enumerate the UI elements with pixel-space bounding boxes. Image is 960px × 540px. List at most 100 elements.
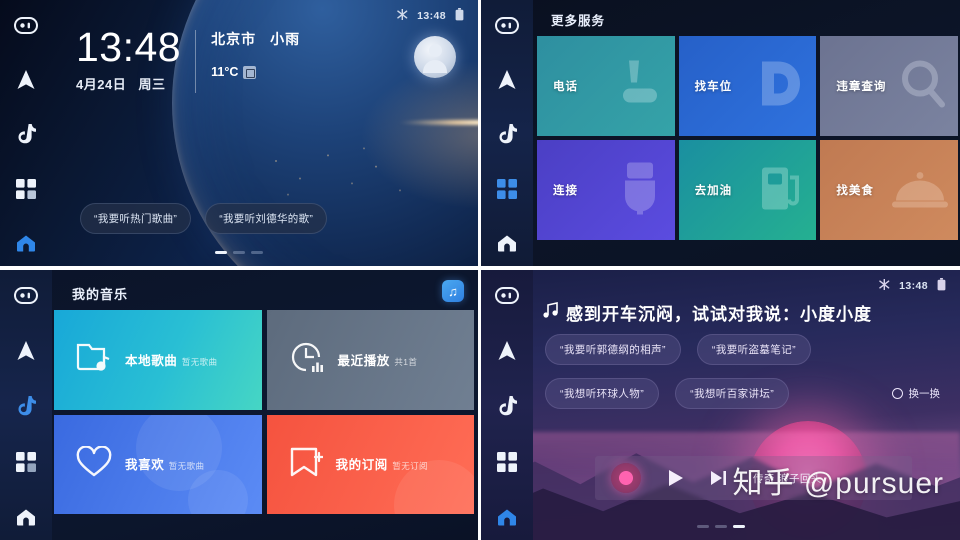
weather-city-condition: 北京市 小雨	[211, 29, 300, 49]
assistant-suggestion-row: “我想听环球人物” “我想听百家讲坛” 换一换	[545, 378, 950, 409]
service-tile-label: 连接	[553, 185, 578, 197]
panel-home-screen: 13:48 13:48 4月24日 周三 北京市 小雨 11°C “我要听热门歌…	[0, 0, 478, 266]
sidebar-item-douyin[interactable]	[492, 391, 522, 421]
home-page-indicator[interactable]	[215, 251, 263, 254]
sidebar-item-voice-assistant[interactable]	[492, 280, 522, 310]
user-avatar-icon[interactable]	[414, 36, 456, 78]
sidebar-item-navigation[interactable]	[492, 65, 522, 95]
search-ring-icon	[896, 57, 948, 116]
service-tile-label: 去加油	[694, 185, 733, 197]
assistant-headline: 感到开车沉闷，试试对我说：小度小度	[543, 300, 950, 325]
weather-temperature-row: 11°C	[211, 65, 300, 79]
avatar-head	[428, 44, 442, 57]
voice-suggestion-chip[interactable]: “我要听热门歌曲”	[80, 203, 192, 234]
page-dot[interactable]	[251, 251, 263, 254]
service-tile-connect[interactable]: 连接	[537, 140, 675, 240]
sidebar-item-douyin[interactable]	[11, 391, 41, 421]
refresh-ring-icon	[891, 388, 903, 399]
service-tile-refuel[interactable]: 去加油	[678, 140, 817, 240]
sidebar-item-voice-assistant[interactable]	[492, 10, 522, 40]
sidebar-item-home[interactable]	[11, 502, 41, 532]
music-card-subtitle: 暂无歌曲	[181, 356, 218, 367]
service-tile-violation-query[interactable]: 违章查询	[820, 36, 958, 136]
service-tile-find-parking[interactable]: 找车位	[678, 36, 817, 136]
plug-connect-icon	[615, 159, 665, 222]
music-note-icon	[543, 302, 558, 323]
sidebar-music	[0, 270, 52, 540]
weather-condition: 小雨	[270, 31, 301, 47]
page-dot[interactable]	[215, 251, 227, 254]
assistant-suggestion-chip[interactable]: “我要听盗墓笔记”	[696, 334, 811, 365]
assistant-suggestion-chip[interactable]: “我要听郭德纲的相声”	[545, 334, 681, 365]
sidebar-item-home[interactable]	[492, 228, 522, 258]
folder-note-icon	[76, 340, 112, 379]
music-card-local-songs[interactable]: 本地歌曲 暂无歌曲	[54, 310, 262, 410]
assistant-suggestion-chip[interactable]: “我想听环球人物”	[545, 378, 660, 409]
sidebar-item-navigation[interactable]	[11, 336, 41, 366]
sidebar-item-apps[interactable]	[492, 447, 522, 477]
avatar-body	[423, 60, 447, 73]
sidebar-assistant	[481, 270, 533, 540]
sidebar-item-navigation[interactable]	[492, 336, 522, 366]
fuel-pump-icon	[754, 160, 806, 221]
album-art-icon	[611, 463, 641, 493]
music-app-icon[interactable]: ♫	[442, 280, 464, 302]
music-card-subscriptions[interactable]: 我的订阅 暂无订阅	[266, 414, 474, 514]
status-bar-home: 13:48	[397, 8, 464, 24]
service-tile-label: 电话	[553, 81, 578, 93]
page-dot[interactable]	[233, 251, 245, 254]
page-dot[interactable]	[714, 525, 727, 528]
sidebar-item-home[interactable]	[492, 502, 522, 532]
service-tile-label: 违章查询	[836, 81, 887, 93]
page-dot[interactable]	[732, 525, 745, 528]
assistant-suggestion-row: “我要听郭德纲的相声” “我要听盗墓笔记”	[545, 334, 950, 365]
weather-city: 北京市	[211, 31, 257, 47]
sidebar-home	[0, 0, 52, 266]
clock-bars-icon	[289, 340, 325, 379]
sidebar-item-voice-assistant[interactable]	[11, 280, 41, 310]
clock-weather-widget[interactable]: 13:48 4月24日 周三 北京市 小雨 11°C	[76, 26, 300, 93]
sidebar-item-douyin[interactable]	[11, 119, 41, 149]
sidebar-item-home[interactable]	[11, 228, 41, 258]
assistant-page-indicator[interactable]	[696, 525, 745, 528]
battery-icon	[937, 278, 946, 294]
play-button[interactable]	[667, 469, 684, 487]
music-card-title: 本地歌曲	[125, 353, 178, 368]
page-dot[interactable]	[696, 525, 709, 528]
sidebar-item-apps[interactable]	[11, 447, 41, 477]
refresh-suggestions-button[interactable]: 换一换	[891, 386, 951, 401]
screenshot-collage: 13:48 13:48 4月24日 周三 北京市 小雨 11°C “我要听热门歌…	[0, 0, 960, 540]
sidebar-services	[481, 0, 533, 266]
service-tile-phone[interactable]: 电话	[537, 36, 675, 136]
page-title: 我的音乐	[72, 287, 129, 302]
weather-badge-icon	[243, 65, 257, 79]
bookmark-plus-icon	[289, 446, 324, 483]
music-card-recently-played[interactable]: 最近播放 共1首	[266, 310, 474, 410]
weather-temperature: 11°C	[211, 65, 239, 79]
services-tile-grid: 电话 找车位 违章查询 连接 去加油 找美食	[537, 36, 958, 240]
bluetooth-off-icon	[397, 8, 408, 24]
sidebar-item-apps[interactable]	[11, 174, 41, 204]
sidebar-item-voice-assistant[interactable]	[11, 10, 41, 40]
page-title: 更多服务	[551, 14, 606, 28]
status-time: 13:48	[417, 10, 446, 22]
panel-my-music: 我的音乐 ♫ 本地歌曲 暂无歌曲 最近播放 共1首 我喜欢 暂无歌曲 我的订阅 …	[0, 266, 478, 540]
sidebar-item-navigation[interactable]	[11, 65, 41, 95]
voice-suggestion-chip[interactable]: “我要听刘德华的歌”	[205, 203, 328, 234]
sun-glow	[360, 60, 478, 210]
assistant-headline-text: 感到开车沉闷，试试对我说：小度小度	[566, 305, 872, 324]
music-card-title: 我的订阅	[335, 458, 388, 473]
refresh-label: 换一换	[908, 388, 941, 400]
sidebar-item-douyin[interactable]	[492, 119, 522, 149]
service-tile-find-food[interactable]: 找美食	[820, 140, 958, 240]
media-player-bar[interactable]: 传奇 浪子回头	[595, 456, 912, 500]
sidebar-item-apps[interactable]	[492, 174, 522, 204]
assistant-suggestion-chip[interactable]: “我想听百家讲坛”	[675, 378, 790, 409]
status-time: 13:48	[899, 280, 928, 292]
assistant-suggestions: “我要听郭德纲的相声” “我要听盗墓笔记” “我想听环球人物” “我想听百家讲坛…	[545, 334, 950, 422]
service-tile-label: 找美食	[836, 185, 874, 197]
music-card-favorites[interactable]: 我喜欢 暂无歌曲	[54, 414, 262, 514]
clock-block: 13:48 4月24日 周三	[76, 26, 195, 93]
next-track-button[interactable]	[710, 470, 727, 486]
clock-date-value: 4月24日	[76, 77, 127, 92]
